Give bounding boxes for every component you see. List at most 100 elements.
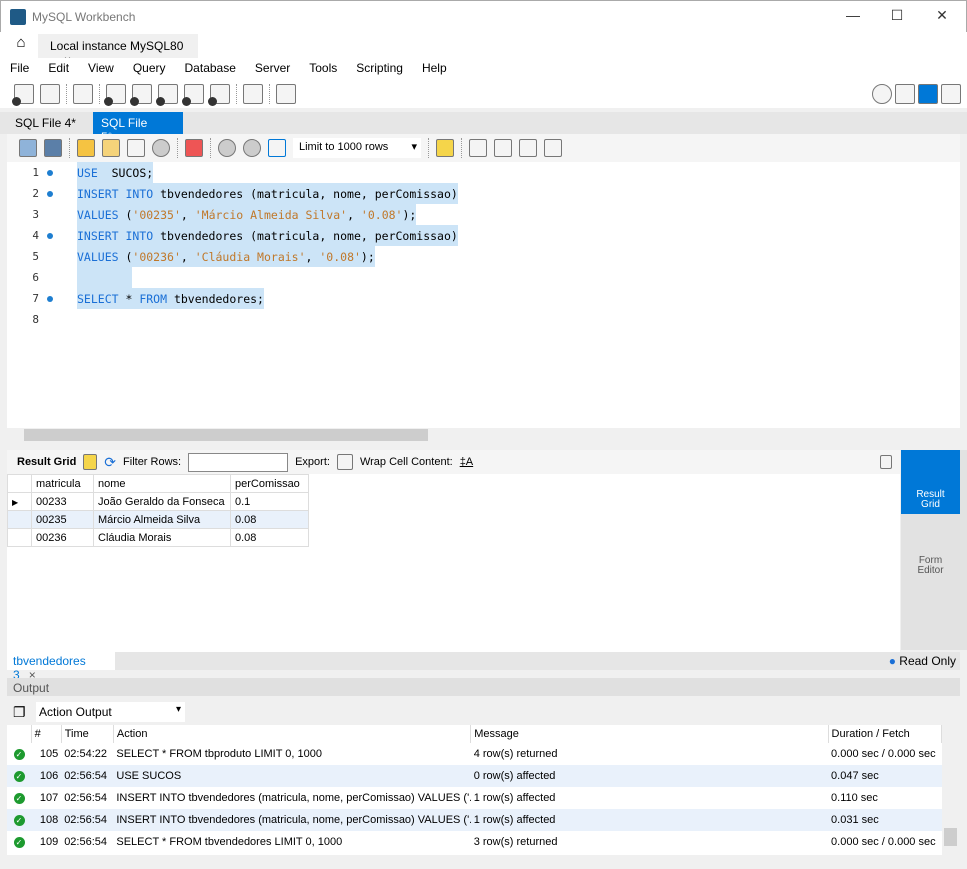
column-header[interactable]: Message bbox=[470, 725, 829, 743]
column-header[interactable]: Time bbox=[61, 725, 114, 743]
separator bbox=[99, 84, 100, 104]
wrap-cell-icon[interactable]: ‡A bbox=[460, 456, 473, 468]
menu-file[interactable]: File bbox=[10, 58, 29, 80]
column-header[interactable]: Action bbox=[113, 725, 472, 743]
editor-line[interactable]: 5 VALUES ('00236', 'Cláudia Morais', '0.0… bbox=[7, 246, 960, 267]
create-procedure-icon[interactable] bbox=[182, 84, 204, 106]
column-header[interactable]: # bbox=[31, 725, 62, 743]
table-row[interactable]: 00236 Cláudia Morais 0.08 bbox=[7, 528, 309, 547]
limit-rows-select[interactable]: Limit to 1000 rows bbox=[293, 138, 421, 158]
table-row[interactable]: 00235 Márcio Almeida Silva 0.08 bbox=[7, 510, 309, 529]
column-header[interactable]: matricula bbox=[31, 474, 94, 493]
minimize-button[interactable]: — bbox=[838, 7, 868, 23]
column-header[interactable]: Duration / Fetch bbox=[828, 725, 943, 743]
create-schema-icon[interactable] bbox=[104, 84, 126, 106]
grid-cell[interactable]: 00236 bbox=[31, 528, 94, 547]
grid-cell[interactable]: 0.1 bbox=[230, 492, 309, 511]
row-selector[interactable]: ▶ bbox=[7, 492, 32, 511]
grid-cell[interactable]: 00235 bbox=[31, 510, 94, 529]
menu-query[interactable]: Query bbox=[133, 58, 166, 80]
tab-sql-file-4[interactable]: SQL File 4* bbox=[7, 112, 84, 134]
menu-view[interactable]: View bbox=[88, 58, 114, 80]
row-selector[interactable] bbox=[7, 510, 32, 529]
close-window-button[interactable]: ✕ bbox=[927, 7, 957, 24]
table-row[interactable]: ✓ 105 02:54:22 SELECT * FROM tbproduto LIMI… bbox=[7, 743, 942, 765]
beautify-broom-icon[interactable] bbox=[469, 139, 487, 157]
result-grid-view-button[interactable]: Result Grid bbox=[901, 450, 960, 514]
table-row[interactable]: ▶ 00233 João Geraldo da Fonseca 0.1 bbox=[7, 492, 309, 511]
scrollbar-thumb[interactable] bbox=[24, 429, 428, 441]
invisible-characters-pilcrow-icon[interactable] bbox=[519, 139, 537, 157]
filter-rows-input[interactable] bbox=[188, 452, 289, 472]
editor-line[interactable]: 4 INSERT INTO tbvendedores (matricula, no… bbox=[7, 225, 960, 246]
settings-gear-icon[interactable] bbox=[872, 84, 892, 104]
copy-icon[interactable]: ❐ bbox=[13, 704, 26, 721]
reconnect-icon[interactable] bbox=[276, 84, 296, 104]
execute-current-statement-icon[interactable] bbox=[102, 139, 120, 157]
output-vertical-scrollbar[interactable] bbox=[942, 725, 959, 855]
search-table-data-icon[interactable] bbox=[243, 84, 263, 104]
tab-tbvendedores-3[interactable]: tbvendedores 3 × bbox=[7, 652, 115, 682]
create-table-icon[interactable] bbox=[130, 84, 152, 106]
editor-line[interactable]: 8 bbox=[7, 309, 960, 330]
action-output-table: # Time Action Message Duration / Fetch ✓ 105 02… bbox=[7, 725, 943, 853]
open-sql-script-icon[interactable] bbox=[40, 84, 60, 104]
editor-line[interactable]: 7 SELECT * FROM tbvendedores; bbox=[7, 288, 960, 309]
grid-cell[interactable]: Cláudia Morais bbox=[93, 528, 231, 547]
grid-toggle-icon[interactable] bbox=[83, 454, 98, 470]
rollback-x-icon[interactable] bbox=[243, 139, 261, 157]
scrollbar-thumb[interactable] bbox=[944, 828, 957, 846]
create-view-icon[interactable] bbox=[156, 84, 178, 106]
autocommit-toggle-icon[interactable] bbox=[268, 139, 286, 157]
menu-scripting[interactable]: Scripting bbox=[356, 58, 403, 80]
find-replace-icon[interactable] bbox=[494, 139, 512, 157]
table-row[interactable]: ✓ 108 02:56:54 INSERT INTO tbvendedores (ma… bbox=[7, 809, 942, 831]
new-sql-tab-icon[interactable] bbox=[12, 84, 34, 106]
sql-editor[interactable]: 1 USE SUCOS; 2 INSERT INTO tbvendedores (ma… bbox=[7, 162, 960, 428]
menu-server[interactable]: Server bbox=[255, 58, 290, 80]
toggle-sidebar-icon[interactable] bbox=[895, 84, 915, 104]
toggle-output-icon[interactable] bbox=[918, 84, 938, 104]
inspect-object-icon[interactable] bbox=[73, 84, 93, 104]
export-icon[interactable] bbox=[336, 454, 353, 470]
stop-on-error-icon[interactable] bbox=[185, 139, 203, 157]
maximize-button[interactable]: ☐ bbox=[882, 7, 912, 24]
grid-cell[interactable]: Márcio Almeida Silva bbox=[93, 510, 231, 529]
toggle-secondary-sidebar-icon[interactable] bbox=[941, 84, 961, 104]
toggle-panel-icon[interactable] bbox=[880, 455, 892, 469]
table-row[interactable]: ✓ 109 02:56:54 SELECT * FROM tbvendedores L… bbox=[7, 831, 942, 853]
menu-edit[interactable]: Edit bbox=[48, 58, 69, 80]
create-function-icon[interactable] bbox=[208, 84, 230, 106]
commit-check-icon[interactable] bbox=[218, 139, 236, 157]
explain-magnifier-icon[interactable] bbox=[127, 139, 145, 157]
home-tab-icon[interactable]: ⌂ bbox=[6, 34, 36, 58]
refresh-icon[interactable]: ⟳ bbox=[104, 454, 116, 471]
stop-hand-icon[interactable] bbox=[152, 139, 170, 157]
column-header[interactable]: perComissao bbox=[230, 474, 309, 493]
row-selector[interactable] bbox=[7, 528, 32, 547]
editor-line[interactable]: 2 INSERT INTO tbvendedores (matricula, no… bbox=[7, 183, 960, 204]
editor-line[interactable]: 3 VALUES ('00235', 'Márcio Almeida Silva'… bbox=[7, 204, 960, 225]
editor-line[interactable]: 1 USE SUCOS; bbox=[7, 162, 960, 183]
save-icon[interactable] bbox=[44, 139, 62, 157]
open-folder-icon[interactable] bbox=[19, 139, 37, 157]
editor-horizontal-scrollbar[interactable] bbox=[7, 428, 960, 442]
grid-cell[interactable]: 00233 bbox=[31, 492, 94, 511]
execute-lightning-icon[interactable] bbox=[77, 139, 95, 157]
grid-cell[interactable]: 0.08 bbox=[230, 528, 309, 547]
tab-sql-file-5[interactable]: SQL File 5*× bbox=[93, 112, 183, 144]
menu-tools[interactable]: Tools bbox=[309, 58, 337, 80]
form-editor-view-button[interactable]: Form Editor bbox=[901, 520, 960, 580]
column-header[interactable]: nome bbox=[93, 474, 231, 493]
output-type-select[interactable]: Action Output bbox=[36, 702, 185, 722]
add-snippet-star-icon[interactable] bbox=[436, 139, 454, 157]
grid-cell[interactable]: 0.08 bbox=[230, 510, 309, 529]
menu-help[interactable]: Help bbox=[422, 58, 447, 80]
grid-cell[interactable]: João Geraldo da Fonseca bbox=[93, 492, 231, 511]
connection-tab[interactable]: Local instance MySQL80 × bbox=[38, 34, 198, 67]
editor-line[interactable]: 6 bbox=[7, 267, 960, 288]
menu-database[interactable]: Database bbox=[185, 58, 236, 80]
table-row[interactable]: ✓ 107 02:56:54 INSERT INTO tbvendedores (ma… bbox=[7, 787, 942, 809]
table-row[interactable]: ✓ 106 02:56:54 USE SUCOS 0 row(s) affected 0.… bbox=[7, 765, 942, 787]
word-wrap-icon[interactable] bbox=[544, 139, 562, 157]
